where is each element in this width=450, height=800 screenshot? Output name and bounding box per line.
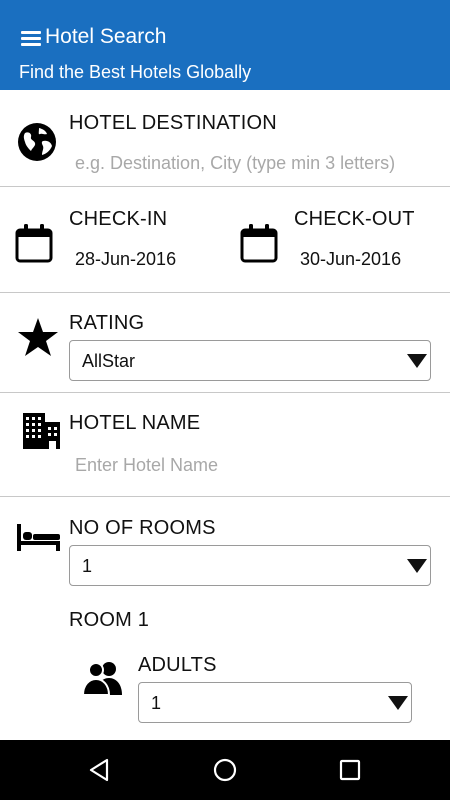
adults-select[interactable]: 1: [138, 682, 412, 723]
rooms-label: NO OF ROOMS: [69, 517, 216, 539]
adults-label: ADULTS: [138, 654, 217, 676]
hotel-name-section: HOTEL NAME Enter Hotel Name: [0, 393, 450, 497]
hotel-name-label: HOTEL NAME: [69, 412, 201, 434]
rooms-select[interactable]: 1: [69, 545, 431, 586]
home-icon[interactable]: [212, 757, 238, 783]
checkin-calendar-icon[interactable]: [15, 223, 53, 263]
chevron-down-icon: [407, 559, 427, 573]
rating-selected-value: AllStar: [82, 351, 136, 371]
rooms-section: NO OF ROOMS 1 ROOM 1 ADULTS 1: [0, 497, 450, 740]
checkin-date[interactable]: 28-Jun-2016: [75, 249, 176, 270]
app-bar: Hotel Search Find the Best Hotels Global…: [0, 0, 450, 90]
globe-icon: [18, 123, 56, 161]
checkout-label: CHECK-OUT: [294, 208, 415, 230]
rooms-selected-value: 1: [82, 556, 93, 576]
app-subtitle: Find the Best Hotels Globally: [19, 62, 252, 82]
hotel-name-input[interactable]: Enter Hotel Name: [75, 455, 218, 476]
adults-selected-value: 1: [151, 693, 162, 713]
menu-icon[interactable]: [21, 31, 41, 47]
checkout-date[interactable]: 30-Jun-2016: [300, 249, 401, 270]
recents-icon[interactable]: [337, 757, 363, 783]
star-icon: [18, 318, 58, 356]
building-icon: [23, 413, 60, 449]
checkout-calendar-icon[interactable]: [240, 223, 278, 263]
room-title: ROOM 1: [69, 609, 150, 631]
system-nav-bar: [0, 740, 450, 800]
back-icon[interactable]: [87, 757, 113, 783]
rating-label: RATING: [69, 312, 145, 334]
app-title: Hotel Search: [45, 25, 167, 48]
chevron-down-icon: [407, 354, 427, 368]
bed-icon: [17, 524, 60, 551]
dates-section: CHECK-IN 28-Jun-2016 CHECK-OUT 30-Jun-20…: [0, 187, 450, 293]
destination-label: HOTEL DESTINATION: [69, 112, 277, 134]
people-icon: [82, 662, 122, 696]
destination-input[interactable]: e.g. Destination, City (type min 3 lette…: [75, 153, 395, 174]
rating-section: RATING AllStar: [0, 293, 450, 393]
checkin-label: CHECK-IN: [69, 208, 168, 230]
chevron-down-icon: [388, 696, 408, 710]
rating-select[interactable]: AllStar: [69, 340, 431, 381]
destination-section: HOTEL DESTINATION e.g. Destination, City…: [0, 90, 450, 187]
